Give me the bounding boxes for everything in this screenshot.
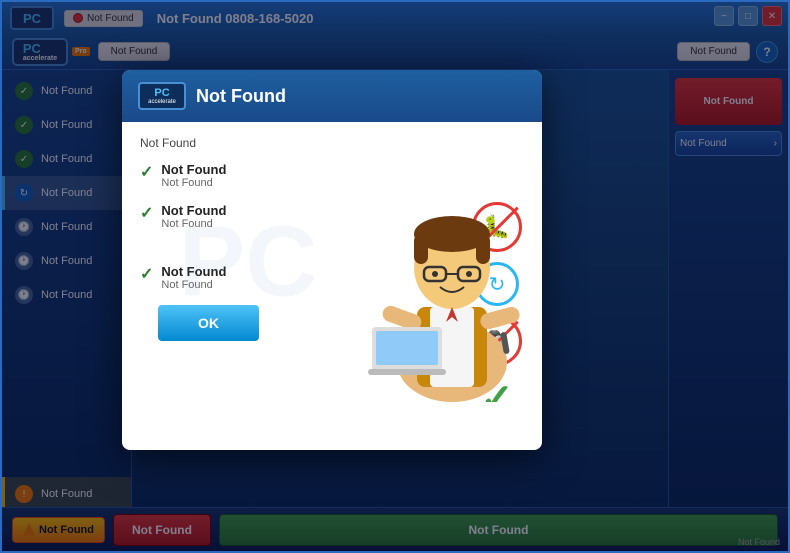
modal-title: Not Found	[196, 86, 286, 107]
modal-logo: PC accelerate	[138, 82, 186, 110]
modal-item-label-0: Not Found	[161, 162, 226, 177]
person-illustration	[362, 162, 542, 402]
check-icon-modal-2: ✓	[140, 264, 153, 284]
check-icon-modal-0: ✓	[140, 162, 153, 182]
modal-dialog: PC accelerate Not Found PC Not Found ✓ N…	[122, 70, 542, 450]
modal-item-label-2: Not Found	[161, 264, 226, 279]
main-window: PC Not Found Not Found 0808-168-5020 − □…	[0, 0, 790, 553]
modal-body: PC Not Found ✓ Not Found Not Found ✓ Not…	[122, 122, 542, 402]
modal-item-sublabel-2: Not Found	[161, 279, 226, 291]
modal-item-label-1: Not Found	[161, 203, 226, 218]
modal-ok-button[interactable]: OK	[158, 305, 259, 341]
modal-overlay: PC accelerate Not Found PC Not Found ✓ N…	[2, 2, 788, 551]
check-icon-modal-1: ✓	[140, 203, 153, 223]
modal-subtitle: Not Found	[140, 136, 524, 150]
modal-item-sublabel-1: Not Found	[161, 218, 226, 230]
modal-header: PC accelerate Not Found	[122, 70, 542, 122]
modal-item-sublabel-0: Not Found	[161, 177, 226, 189]
